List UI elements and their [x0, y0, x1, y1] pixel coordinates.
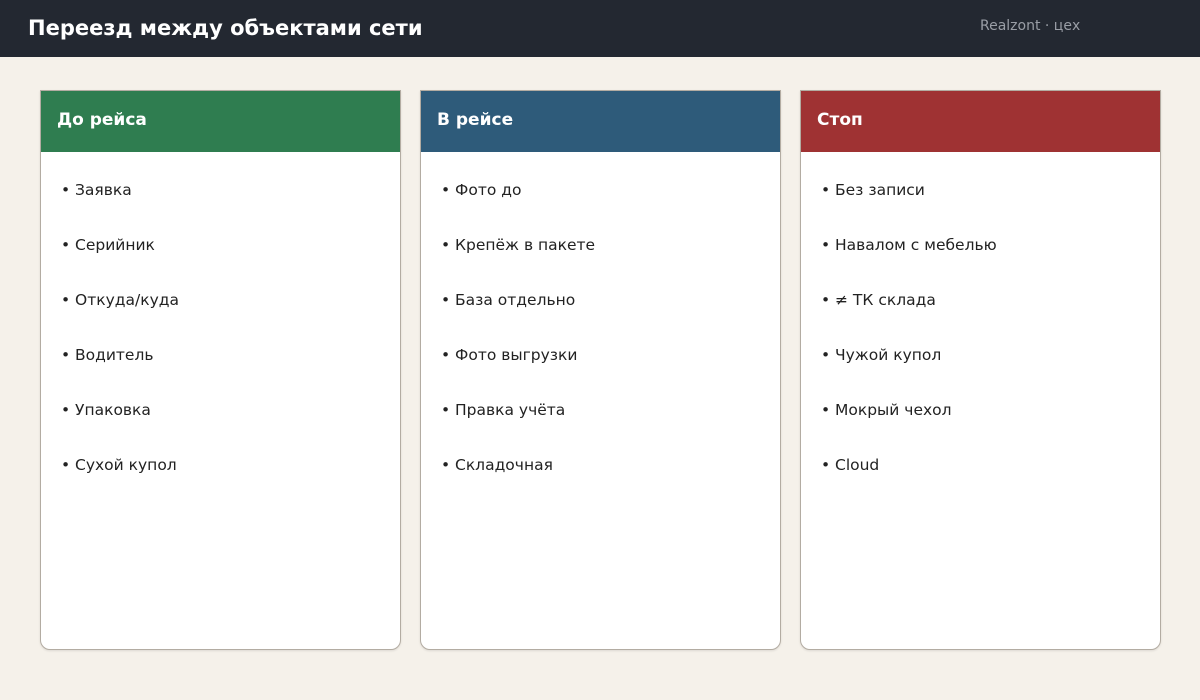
bullet-icon: • [821, 401, 831, 419]
bullet-icon: • [61, 236, 71, 254]
list-item: • Фото до [441, 168, 780, 223]
bullet-icon: • [441, 181, 451, 199]
list-item: • Фото выгрузки [441, 333, 780, 388]
list-item: • База отдельно [441, 278, 780, 333]
list-item: • Сухой купол [61, 443, 400, 498]
list-item-label: База отдельно [455, 291, 576, 309]
list-item-label: Откуда/куда [75, 291, 179, 309]
list-item: • Откуда/куда [61, 278, 400, 333]
list-item: • Заявка [61, 168, 400, 223]
list-item-label: Крепёж в пакете [455, 236, 596, 254]
list-item: • Мокрый чехол [821, 388, 1160, 443]
bullet-icon: • [441, 401, 451, 419]
list-item-label: Навалом с мебелью [835, 236, 997, 254]
list-item-label: ≠ ТК склада [835, 291, 936, 309]
list-item-label: Правка учёта [455, 401, 566, 419]
column-header: В рейсе [421, 91, 780, 152]
bullet-icon: • [821, 456, 831, 474]
column-during-trip: В рейсе • Фото до • Крепёж в пакете • База … [420, 90, 781, 650]
list-item-label: Сухой купол [75, 456, 177, 474]
list-item-label: Фото выгрузки [455, 346, 578, 364]
bullet-icon: • [441, 291, 451, 309]
bullet-icon: • [441, 236, 451, 254]
bullet-icon: • [441, 346, 451, 364]
column-header: Стоп [801, 91, 1160, 152]
column-header: До рейса [41, 91, 400, 152]
bullet-icon: • [441, 456, 451, 474]
list-item: • Cloud [821, 443, 1160, 498]
bullet-icon: • [61, 181, 71, 199]
list-item-label: Складочная [455, 456, 553, 474]
bullet-icon: • [61, 291, 71, 309]
bullet-icon: • [61, 346, 71, 364]
checklist: • Заявка • Серийник • Откуда/куда • Водитель… [41, 152, 400, 498]
bullet-icon: • [821, 236, 831, 254]
list-item-label: Серийник [75, 236, 155, 254]
list-item: • Складочная [441, 443, 780, 498]
list-item-label: Заявка [75, 181, 132, 199]
checklist: • Без записи • Навалом с мебелью • ≠ ТК скл… [801, 152, 1160, 498]
bullet-icon: • [61, 456, 71, 474]
brand-label: Realzont · цех [980, 18, 1081, 34]
page-title: Переезд между объектами сети [28, 16, 423, 40]
list-item-label: Cloud [835, 456, 880, 474]
list-item-label: Без записи [835, 181, 925, 199]
list-item-label: Мокрый чехол [835, 401, 952, 419]
list-item-label: Упаковка [75, 401, 151, 419]
checklist: • Фото до • Крепёж в пакете • База отдельно… [421, 152, 780, 498]
list-item: • ≠ ТК склада [821, 278, 1160, 333]
list-item: • Правка учёта [441, 388, 780, 443]
list-item-label: Фото до [455, 181, 522, 199]
bullet-icon: • [61, 401, 71, 419]
list-item-label: Чужой купол [835, 346, 942, 364]
list-item: • Чужой купол [821, 333, 1160, 388]
column-stop: Стоп • Без записи • Навалом с мебелью • ≠ Т… [800, 90, 1161, 650]
list-item: • Навалом с мебелью [821, 223, 1160, 278]
list-item: • Водитель [61, 333, 400, 388]
list-item: • Без записи [821, 168, 1160, 223]
list-item: • Крепёж в пакете [441, 223, 780, 278]
list-item: • Упаковка [61, 388, 400, 443]
column-before-trip: До рейса • Заявка • Серийник • Откуда/куда … [40, 90, 401, 650]
list-item-label: Водитель [75, 346, 154, 364]
bullet-icon: • [821, 291, 831, 309]
top-bar: Переезд между объектами сети Realzont · … [0, 0, 1200, 57]
list-item: • Серийник [61, 223, 400, 278]
bullet-icon: • [821, 181, 831, 199]
bullet-icon: • [821, 346, 831, 364]
